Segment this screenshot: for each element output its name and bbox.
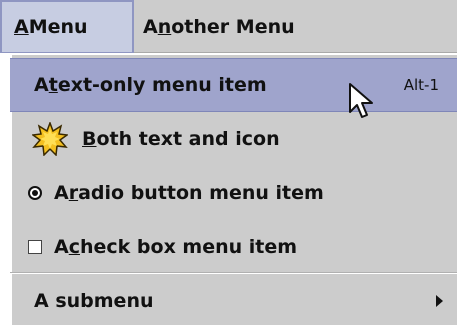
menu-another-menu[interactable]: An other Menu	[143, 0, 295, 54]
menu-a-menu[interactable]: A Menu	[0, 0, 134, 54]
submenu-arrow-icon	[436, 294, 443, 307]
radio-selected-icon	[28, 186, 42, 200]
menu-item-checkbox-mnemonic: c	[68, 236, 80, 258]
menu-item-text-and-icon[interactable]: Both text and icon	[10, 112, 457, 166]
menu-item-radio-label-pre: A	[54, 182, 69, 204]
menu-item-text-only-mnemonic: t	[48, 74, 58, 96]
menu-bar: A Menu An other Menu	[0, 0, 457, 54]
menu-item-text-and-icon-mnemonic: B	[82, 128, 97, 150]
checkbox-unchecked-icon	[28, 240, 42, 254]
menu-another-menu-mnemonic: n	[157, 16, 172, 38]
menu-a-menu-label-post: Menu	[28, 16, 88, 38]
menu-item-radio[interactable]: A r adio button menu item	[10, 166, 457, 220]
menu-item-text-only[interactable]: A t ext-only menu item Alt-1	[10, 58, 457, 112]
menu-separator	[10, 272, 457, 274]
menu-item-checkbox-label-pre: A	[54, 236, 69, 258]
menu-item-checkbox-label-post: heck box menu item	[79, 236, 298, 258]
menu-item-submenu-label: A submenu	[34, 289, 154, 312]
popup-left-edge	[0, 53, 10, 325]
menu-item-radio-label-post: adio button menu item	[78, 182, 324, 204]
menu-another-menu-label-post: other Menu	[171, 16, 295, 38]
application-window: A Menu An other Menu A t ext-only menu ite…	[0, 0, 457, 325]
menu-item-text-only-label-pre: A	[34, 74, 49, 96]
mouse-pointer-icon	[348, 82, 378, 124]
menu-item-text-and-icon-label-post: oth text and icon	[96, 128, 280, 150]
menu-item-checkbox[interactable]: A c heck box menu item	[10, 220, 457, 274]
menu-item-radio-mnemonic: r	[68, 182, 79, 204]
menu-another-menu-label-pre: A	[143, 16, 158, 38]
menu-a-menu-mnemonic: A	[14, 16, 29, 38]
menu-item-text-only-label-post: ext-only menu item	[57, 74, 267, 96]
menu-item-submenu[interactable]: A submenu	[10, 276, 457, 325]
starburst-icon	[31, 120, 69, 157]
accelerator-label: Alt-1	[403, 76, 439, 94]
